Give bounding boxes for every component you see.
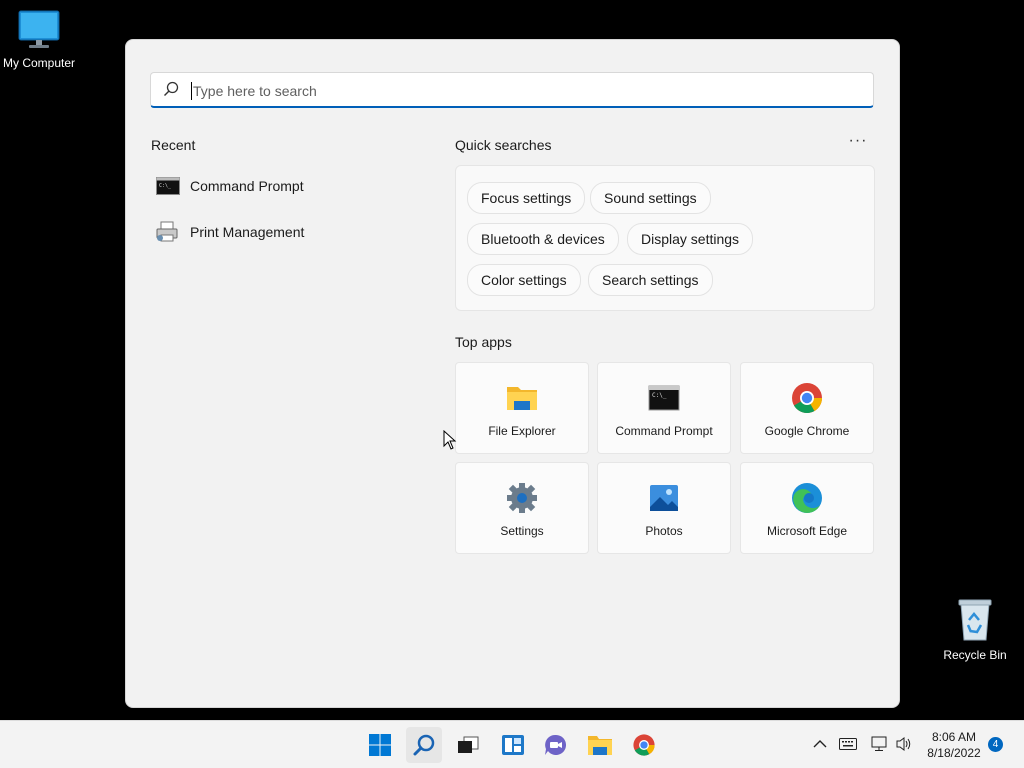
task-view-button[interactable] (450, 727, 486, 763)
app-tile-label: Settings (500, 524, 544, 538)
chrome-taskbar-button[interactable] (626, 727, 662, 763)
app-tile-settings[interactable]: Settings (455, 462, 589, 554)
file-explorer-icon (588, 736, 612, 755)
chat-icon (545, 734, 566, 755)
taskbar-clock[interactable]: 8:06 AM 8/18/2022 (918, 729, 990, 761)
svg-text:C:\_: C:\_ (159, 183, 172, 189)
chat-button[interactable] (538, 727, 574, 763)
taskbar: 8:06 AM 8/18/2022 4 (0, 720, 1024, 768)
recent-item-command-prompt[interactable]: C:\_ Command Prompt (156, 171, 396, 201)
widgets-button[interactable] (495, 727, 531, 763)
search-panel: Recent C:\_ Command Prompt Print Managem… (125, 39, 900, 708)
printer-icon (156, 221, 180, 243)
my-computer-label: My Computer (2, 56, 76, 70)
recent-heading: Recent (151, 137, 196, 153)
quick-search-chip[interactable]: Sound settings (590, 182, 711, 214)
show-hidden-icons-button[interactable] (810, 734, 830, 754)
app-tile-google-chrome[interactable]: Google Chrome (740, 362, 874, 454)
chrome-icon (633, 734, 655, 756)
mouse-cursor (443, 430, 457, 450)
app-tile-command-prompt[interactable]: C:\_ Command Prompt (597, 362, 731, 454)
search-icon (163, 81, 179, 102)
search-icon (413, 734, 435, 756)
svg-text:C:\_: C:\_ (652, 392, 667, 399)
quick-search-chip[interactable]: Color settings (467, 264, 581, 296)
notification-badge[interactable]: 4 (988, 737, 1003, 752)
recycle-bin-icon (958, 599, 992, 641)
clock-date: 8/18/2022 (927, 746, 981, 760)
app-tile-label: Microsoft Edge (766, 524, 848, 538)
clock-time: 8:06 AM (931, 730, 977, 744)
volume-indicator[interactable] (894, 734, 914, 754)
cmd-icon: C:\_ (648, 385, 680, 411)
chevron-up-icon (813, 740, 827, 748)
network-icon (871, 736, 887, 751)
app-tile-label: Command Prompt (615, 424, 713, 438)
quick-searches-box: Focus settings Sound settings Bluetooth … (455, 165, 875, 311)
my-computer-desktop-icon[interactable]: My Computer (0, 10, 84, 70)
start-button[interactable] (362, 727, 398, 763)
gear-icon (507, 483, 537, 513)
quick-search-chip[interactable]: Search settings (588, 264, 713, 296)
more-options-button[interactable]: ··· (846, 132, 870, 154)
recent-item-print-management[interactable]: Print Management (156, 217, 396, 247)
quick-searches-heading: Quick searches (455, 137, 552, 153)
chrome-icon (792, 383, 822, 414)
search-box[interactable] (150, 72, 874, 108)
app-tile-label: File Explorer (488, 424, 556, 438)
recent-item-label: Print Management (190, 224, 305, 240)
recycle-bin-label: Recycle Bin (943, 648, 1007, 662)
network-indicator[interactable] (870, 734, 890, 754)
edge-icon (792, 483, 822, 513)
start-icon (369, 734, 391, 756)
recent-item-label: Command Prompt (190, 178, 304, 194)
speaker-icon (896, 737, 911, 751)
photos-icon (650, 485, 678, 511)
app-tile-photos[interactable]: Photos (597, 462, 731, 554)
file-explorer-button[interactable] (582, 727, 618, 763)
app-tile-microsoft-edge[interactable]: Microsoft Edge (740, 462, 874, 554)
search-input[interactable] (191, 79, 855, 103)
input-indicator[interactable] (838, 734, 858, 754)
widgets-icon (502, 735, 524, 755)
top-apps-heading: Top apps (455, 334, 512, 350)
task-view-icon (458, 736, 479, 753)
app-tile-label: Google Chrome (764, 424, 850, 438)
cmd-icon: C:\_ (156, 175, 180, 197)
keyboard-icon (839, 738, 857, 750)
quick-search-chip[interactable]: Focus settings (467, 182, 586, 214)
folder-icon (507, 387, 537, 410)
taskbar-search-button[interactable] (406, 727, 442, 763)
quick-search-chip[interactable]: Display settings (627, 223, 754, 255)
app-tile-label: Photos (645, 524, 683, 538)
recycle-bin-desktop-icon[interactable]: Recycle Bin (930, 598, 1020, 662)
app-tile-file-explorer[interactable]: File Explorer (455, 362, 589, 454)
quick-search-chip[interactable]: Bluetooth & devices (467, 223, 619, 255)
monitor-icon (18, 10, 60, 48)
